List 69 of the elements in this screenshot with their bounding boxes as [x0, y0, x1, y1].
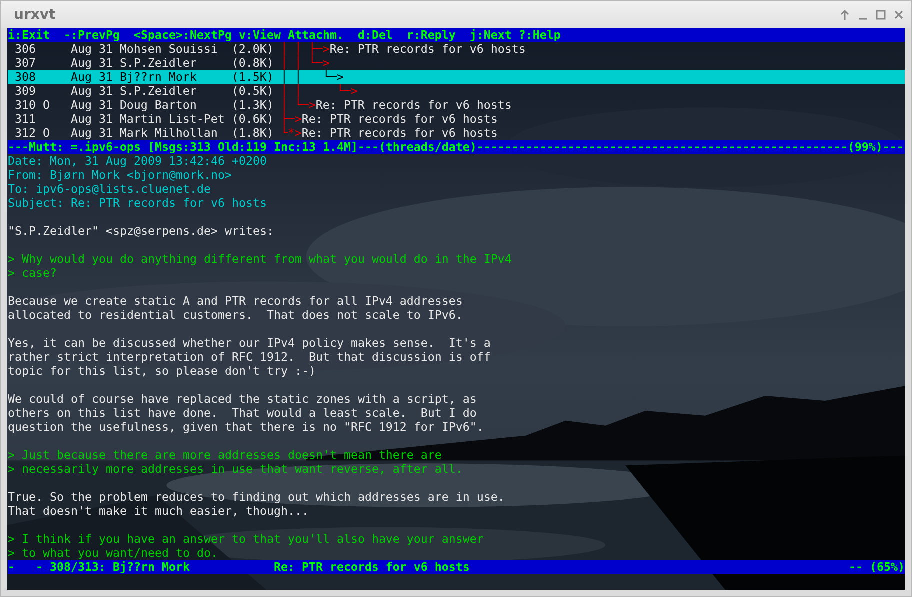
message-size: (1.8K)	[232, 126, 275, 140]
message-status: O	[42, 98, 51, 112]
message-number: 312	[14, 126, 37, 140]
message-author: S.P.Zeidler	[120, 84, 198, 98]
message-number: 308	[14, 70, 37, 84]
close-icon[interactable]	[893, 8, 905, 20]
message-date: Aug 31	[70, 112, 114, 126]
message-row[interactable]: 307 Aug 31 S.P.Zeidler (0.8K) │ │ └─>	[8, 56, 905, 70]
header-line: From: Bjørn Mork <bjorn@mork.no>	[8, 168, 233, 182]
message-position: - - 308/313: Bj??rn Mork	[8, 560, 191, 574]
thread-tree: └*>	[280, 126, 302, 140]
message-text: Because we create static A and PTR records for all IPv4 addresses allocated to residential customers. That does not scale to IPv6.	[8, 294, 464, 322]
message-size: (1.3K)	[232, 98, 275, 112]
quoted-text: > Just because there are more addresses doesn't mean there are > necessarily more addresses in use that want reverse, after all.	[8, 448, 464, 476]
help-bar: i:Exit -:PrevPg <Space>:NextPg v:View Attachm. d:Del r:Reply j:Next ?:Help	[8, 28, 905, 42]
message-author: Mark Milhollan	[120, 126, 219, 140]
message-subject: Re: PTR records for v6 hosts	[316, 98, 512, 112]
message-row[interactable]: 312 O Aug 31 Mark Milhollan (1.8K) └*>Re: PTR records for v6 hosts	[8, 126, 905, 140]
message-row[interactable]: 308 Aug 31 Bj??rn Mork (1.5K) │ │ └─>	[8, 70, 905, 84]
message-row[interactable]: 310 O Aug 31 Doug Barton (1.3K) │ └─>Re: PTR records for v6 hosts	[8, 98, 905, 112]
message-date: Aug 31	[70, 42, 114, 56]
quoted-text: > Why would you do anything different from what you would do in the IPv4 > case?	[8, 252, 513, 280]
header-line: Date: Mon, 31 Aug 2009 13:42:46 +0200	[8, 154, 268, 168]
message-author: Mohsen Souissi	[120, 42, 219, 56]
message-row[interactable]: 311 Aug 31 Martin List-Pet (0.6K) ├─>Re: PTR records for v6 hosts	[8, 112, 905, 126]
message-status: O	[42, 126, 51, 140]
window-title: urxvt	[14, 6, 57, 22]
thread-tree: │ │ └─>	[280, 70, 344, 84]
message-size: (2.0K)	[232, 42, 275, 56]
message-date: Aug 31	[70, 70, 114, 84]
index-status-bar: ---Mutt: =.ipv6-ops [Msgs:313 Old:119 Inc:13 1.4M]---(threads/date)-----------------------------------------------------(99%)---	[8, 140, 905, 154]
message-size: (0.8K)	[232, 56, 275, 70]
header-line: Subject: Re: PTR records for v6 hosts	[8, 196, 268, 210]
message-subject: Re: PTR records for v6 hosts	[274, 560, 471, 574]
message-size: (1.5K)	[232, 70, 275, 84]
message-text: We could of course have replaced the static zones with a script, as others on this list have done. That would a least scale. But I do question the usefulness, given that there is no "RFC 1912 for IPv6".	[8, 392, 485, 434]
message-row[interactable]: 309 Aug 31 S.P.Zeidler (0.5K) │ │ └─>	[8, 84, 905, 98]
message-size: (0.5K)	[232, 84, 275, 98]
message-text: True. So the problem reduces to finding out which addresses are in use. That doesn't make it much easier, though...	[8, 490, 506, 518]
message-subject: Re: PTR records for v6 hosts	[330, 42, 526, 56]
message-text: Yes, it can be discussed whether our IPv4 policy makes sense. It's a rather strict interpretation of RFC 1912. But that discussion is off topic for this list, so please don't try :-)	[8, 336, 492, 378]
message-number: 311	[14, 112, 37, 126]
thread-tree: ├─>	[280, 112, 302, 126]
quoted-text: > I think if you have an answer to that you'll also have your answer > to what you want/need to do.	[8, 532, 485, 560]
message-author: Bj??rn Mork	[120, 70, 198, 84]
message-author: S.P.Zeidler	[120, 56, 198, 70]
thread-tree: │ │ └─>	[280, 84, 358, 98]
message-date: Aug 31	[70, 56, 114, 70]
message-author: Doug Barton	[120, 98, 198, 112]
message-date: Aug 31	[70, 98, 114, 112]
message-number: 310	[14, 98, 37, 112]
message-date: Aug 31	[70, 84, 114, 98]
message-row[interactable]: 306 Aug 31 Mohsen Souissi (2.0K) │ │ ├─>Re: PTR records for v6 hosts	[8, 42, 905, 56]
arrow-up-icon[interactable]	[839, 8, 851, 20]
message-number: 307	[14, 56, 37, 70]
message-date: Aug 31	[70, 126, 114, 140]
thread-tree: │ │ ├─>	[280, 42, 330, 56]
message-subject: Re: PTR records for v6 hosts	[302, 126, 498, 140]
progress-text: -- (65%)	[849, 560, 905, 574]
message-author: Martin List-Pet	[120, 112, 226, 126]
message-size: (0.6K)	[232, 112, 275, 126]
message-text: "S.P.Zeidler" <spz@serpens.de> writes:	[8, 224, 275, 238]
message-number: 309	[14, 84, 37, 98]
message-number: 306	[14, 42, 37, 56]
header-line: To: ipv6-ops@lists.cluenet.de	[8, 182, 212, 196]
thread-tree: │ └─>	[280, 98, 316, 112]
message-subject: Re: PTR records for v6 hosts	[302, 112, 498, 126]
thread-tree: │ │ └─>	[280, 56, 330, 70]
maximize-icon[interactable]	[875, 8, 887, 20]
